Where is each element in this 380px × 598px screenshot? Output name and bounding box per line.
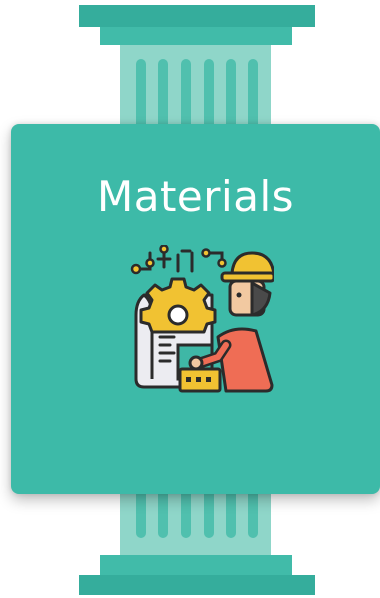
pillar-flute (204, 59, 214, 134)
materials-tile-stage: Materials (0, 0, 380, 598)
pillar-top-shaft (120, 45, 271, 134)
pillar-bottom-cap (79, 575, 315, 595)
pillar-top-neck (100, 27, 292, 45)
pillar-flute (136, 59, 146, 134)
card-title: Materials (96, 172, 294, 221)
pillar-top-cap (79, 5, 315, 27)
engineer-with-gear-blueprint-icon (122, 244, 276, 397)
pillar-bottom-shaft (120, 486, 271, 555)
pillar-flute (226, 59, 236, 134)
pillar-flute (181, 59, 191, 134)
pillar-flute (248, 59, 258, 134)
pillar-bottom-neck (100, 555, 292, 575)
materials-card[interactable]: Materials (11, 124, 380, 494)
pillar-flute (158, 59, 168, 134)
